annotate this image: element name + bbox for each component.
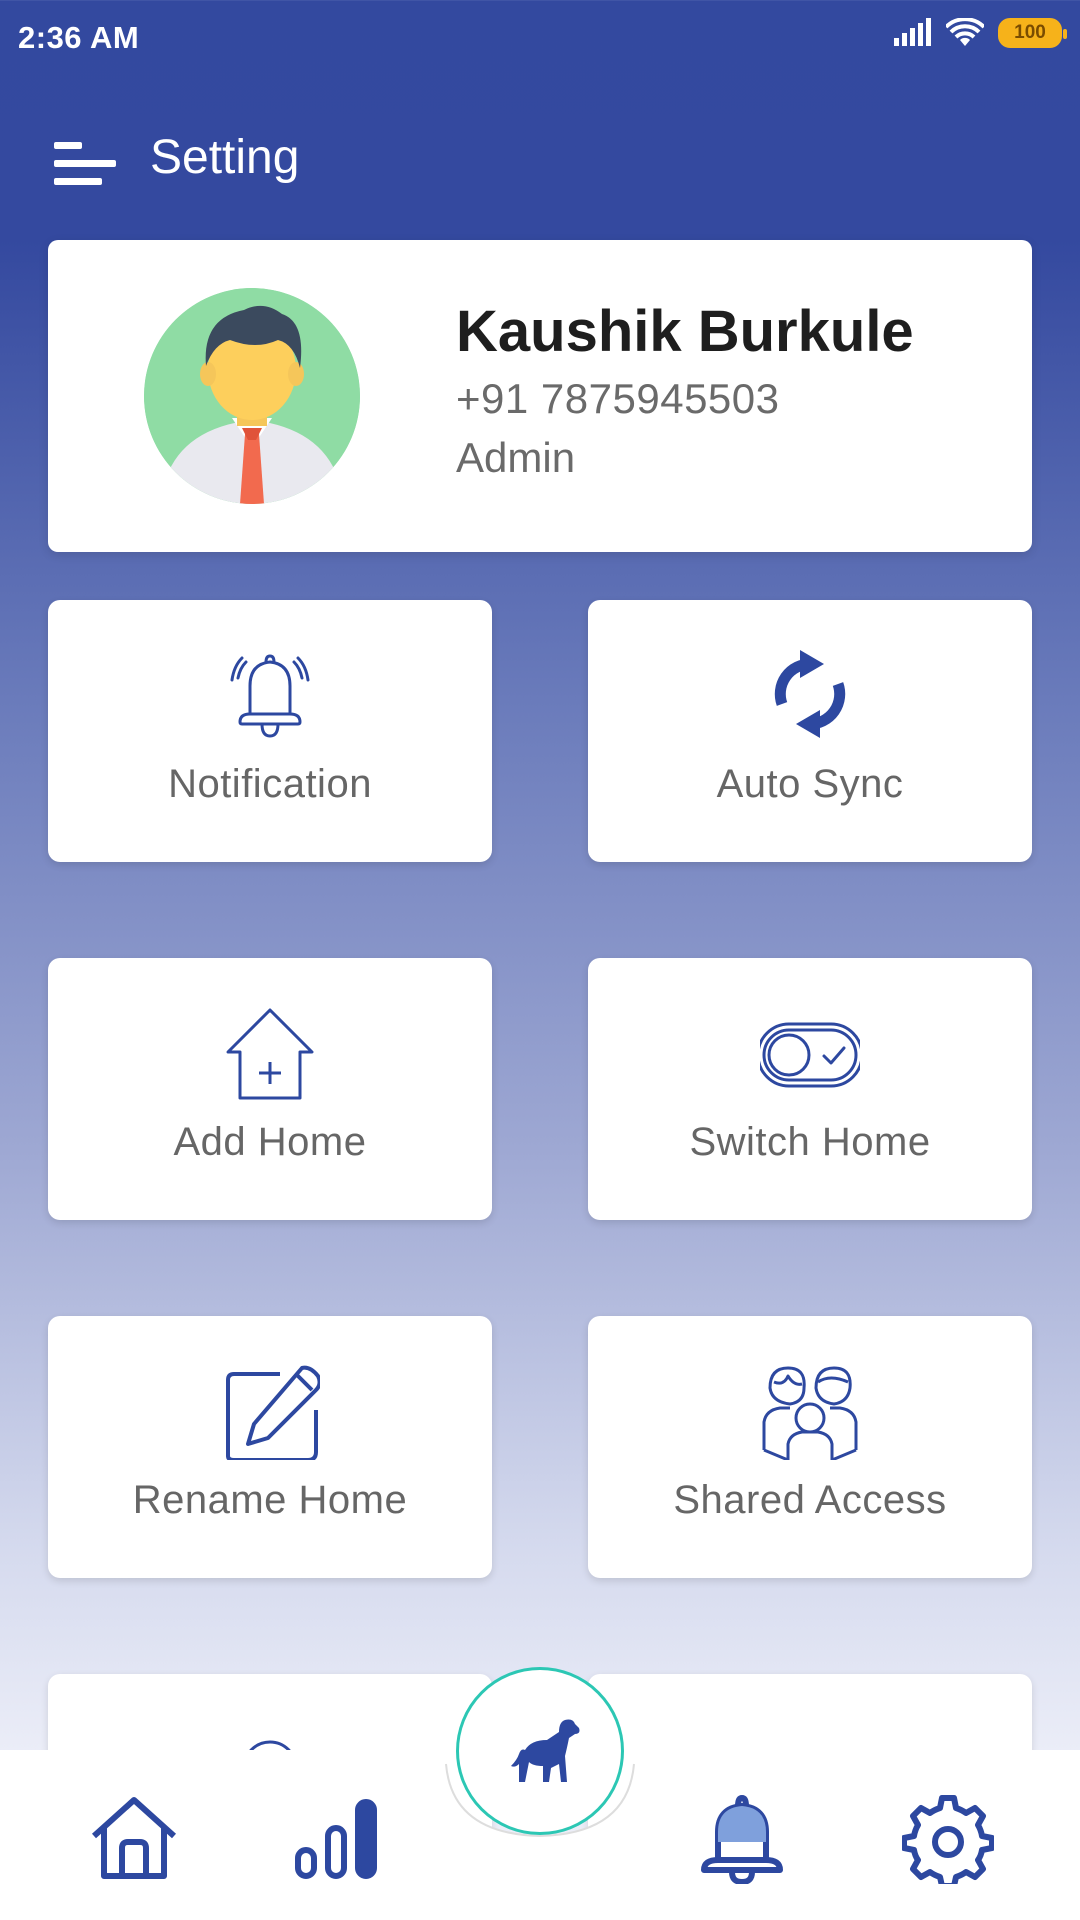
nav-settings[interactable] xyxy=(901,1792,995,1889)
auto-sync-tile[interactable]: Auto Sync xyxy=(588,600,1032,862)
profile-phone: +91 7875945503 xyxy=(456,375,780,422)
center-pet-button[interactable] xyxy=(456,1667,624,1835)
profile-card[interactable]: Kaushik Burkule +91 7875945503 Admin xyxy=(48,240,1032,552)
user-avatar xyxy=(144,288,360,504)
sync-icon xyxy=(774,650,846,738)
profile-name: Kaushik Burkule xyxy=(456,299,914,364)
tile-label: Switch Home xyxy=(689,1120,931,1164)
page-title: Setting xyxy=(150,131,300,184)
tile-label: Add Home xyxy=(173,1120,367,1164)
nav-home[interactable] xyxy=(88,1792,180,1884)
battery-level: 100 xyxy=(1014,22,1046,43)
switch-home-tile[interactable]: Switch Home xyxy=(588,958,1032,1220)
settings-icon xyxy=(901,1795,995,1889)
menu-icon[interactable] xyxy=(54,126,116,188)
nav-stats[interactable] xyxy=(290,1792,382,1884)
status-time: 2:36 AM xyxy=(18,20,140,55)
tile-label: Shared Access xyxy=(673,1478,947,1522)
shared-access-tile[interactable]: Shared Access xyxy=(588,1316,1032,1578)
users-icon xyxy=(762,1366,858,1460)
tile-label: Rename Home xyxy=(132,1478,408,1522)
tile-label: Notification xyxy=(168,762,372,806)
app-header: Setting xyxy=(0,110,1080,210)
rename-home-tile[interactable]: Rename Home xyxy=(48,1316,492,1578)
bell-icon xyxy=(701,1795,783,1885)
edit-icon xyxy=(226,1365,320,1460)
toggle-switch-icon xyxy=(760,1022,860,1088)
notification-tile[interactable]: Notification xyxy=(48,600,492,862)
home-icon xyxy=(91,1797,177,1879)
profile-role: Admin xyxy=(456,434,576,481)
stats-icon xyxy=(295,1799,377,1879)
add-home-icon xyxy=(226,1008,314,1100)
nav-notifications[interactable] xyxy=(696,1792,788,1885)
wifi-icon xyxy=(946,18,984,46)
status-icons: 100 xyxy=(892,18,1067,48)
battery-icon: 100 xyxy=(998,18,1067,48)
add-home-tile[interactable]: Add Home xyxy=(48,958,492,1220)
dog-icon xyxy=(511,1719,580,1782)
signal-icon xyxy=(894,18,931,46)
tile-label: Auto Sync xyxy=(716,762,904,806)
bell-ringing-icon xyxy=(230,654,310,738)
status-bar: 2:36 AM 100 xyxy=(0,0,1080,72)
